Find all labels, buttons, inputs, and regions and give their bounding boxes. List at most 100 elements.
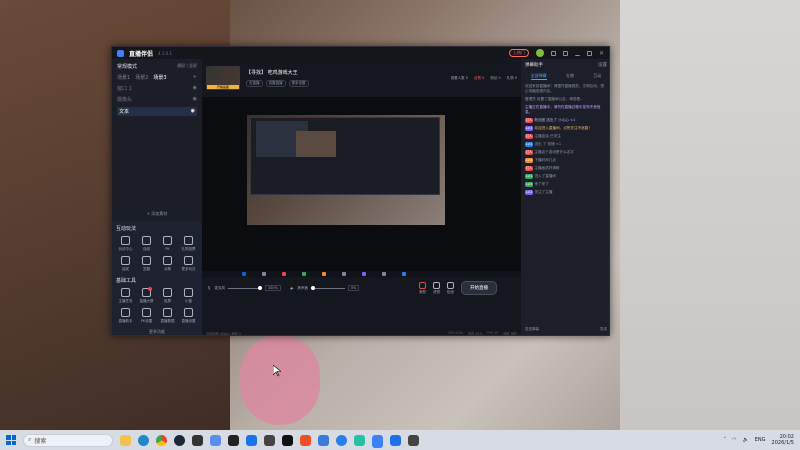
mode-select[interactable]: 常规模式	[117, 63, 137, 70]
eye-icon[interactable]: ◉	[193, 85, 197, 92]
app-icon[interactable]	[318, 434, 329, 446]
streaming-app-window: 直播伴侣 4.1.0.1 上热门 ✕ 常规模式 横屏 | 竖屏 场景1 场景2 …	[111, 46, 610, 336]
speaker-label: 扬声器	[297, 285, 308, 290]
filter-button[interactable]: 滤镜	[433, 281, 440, 295]
tool-item[interactable]: 点歌	[158, 256, 177, 272]
tool-item[interactable]: 直播设置	[179, 308, 198, 324]
file-explorer-icon[interactable]	[120, 434, 131, 446]
message-text: 主播加油 已关注	[534, 134, 561, 138]
avatar[interactable]	[535, 49, 544, 57]
clock[interactable]: 20:02 2026/1/5	[772, 434, 794, 446]
sticker-label: 贴纸	[447, 289, 454, 294]
app-icon[interactable]	[300, 434, 311, 446]
store-icon[interactable]	[210, 434, 221, 446]
status-bar: 当前码率 0kb/s | 丢帧 0 CPU 12% 内存 32% FPS 30 …	[202, 330, 521, 336]
start-stream-button[interactable]: 开始直播	[461, 281, 497, 295]
cover-caption: 开播画面	[207, 85, 239, 89]
memory-status: 内存 32%	[467, 332, 483, 336]
stream-preview[interactable]	[202, 97, 521, 277]
source-item[interactable]: 摄像头 ◉	[117, 96, 197, 103]
chat-input[interactable]: 发送弹幕	[525, 327, 539, 333]
hot-button[interactable]: 上热门	[508, 49, 529, 57]
room-title[interactable]: 【寻找】 吃鸡游戏大王	[246, 69, 309, 76]
wifi-icon[interactable]: ◠	[732, 437, 736, 443]
chevron-up-icon[interactable]: ˄	[724, 437, 727, 443]
terminal-icon[interactable]	[192, 434, 203, 446]
feedback-icon[interactable]	[562, 50, 568, 56]
preview-taskbar-icon	[362, 272, 366, 276]
mic-slider[interactable]	[227, 286, 262, 290]
tab-scene-2[interactable]: 场景2	[135, 74, 148, 81]
source-item[interactable]: 窗口 1 ◉	[117, 85, 197, 92]
tab-interaction[interactable]: 互动	[593, 73, 601, 80]
app-icon[interactable]	[264, 434, 275, 446]
minimize-icon[interactable]	[574, 51, 580, 56]
app-icon[interactable]	[336, 434, 347, 446]
mic-icon[interactable]: 🎙	[207, 286, 211, 290]
app-icon[interactable]	[390, 434, 401, 446]
sticker-button[interactable]: 贴纸	[447, 281, 454, 295]
tool-item[interactable]: 直播助手	[116, 308, 135, 324]
tab-gifts[interactable]: 礼物	[566, 73, 574, 80]
chrome-icon[interactable]	[156, 434, 167, 446]
speaker-slider[interactable]	[310, 286, 345, 290]
stream-cover[interactable]: 开播画面	[206, 66, 240, 90]
tool-item[interactable]: 投屏	[158, 288, 177, 304]
start-icon[interactable]	[6, 435, 16, 445]
tool-item[interactable]: 抽奖	[116, 256, 135, 272]
edge-icon[interactable]	[138, 434, 149, 446]
tool-item[interactable]: 礼物投票	[179, 236, 198, 252]
send-button[interactable]: 发送	[600, 327, 607, 333]
app-icon[interactable]	[246, 434, 257, 446]
add-source-button[interactable]: + 添加素材	[112, 211, 202, 217]
chip-more-settings[interactable]: 更多设置	[288, 80, 309, 87]
tab-scene-3[interactable]: 场景3	[153, 74, 166, 81]
tool-item[interactable]: 直播数据	[158, 308, 177, 324]
tool-item[interactable]: 更多玩法	[179, 256, 198, 272]
add-tab-icon[interactable]: +	[193, 74, 197, 81]
close-icon[interactable]: ✕	[599, 50, 604, 57]
steam-icon[interactable]	[174, 434, 185, 446]
maximize-icon[interactable]	[586, 50, 592, 56]
bell-icon[interactable]	[550, 50, 556, 56]
more-tools-button[interactable]: 更多功能	[116, 329, 198, 335]
tool-label: 点歌	[164, 267, 171, 271]
slider-knob[interactable]	[310, 286, 315, 290]
user-badge: Lv.2	[525, 190, 534, 195]
tool-item[interactable]: 答题	[137, 256, 156, 272]
app-icon[interactable]	[228, 434, 239, 446]
language-indicator[interactable]: ENG	[755, 437, 766, 443]
tool-item[interactable]: PK	[158, 236, 177, 252]
app-icon[interactable]	[354, 434, 365, 446]
beauty-label: 美颜	[419, 289, 426, 294]
tool-item[interactable]: 主播任务	[116, 288, 135, 304]
tool-item[interactable]: 玩法中心	[116, 236, 135, 252]
eye-icon[interactable]: ◉	[191, 108, 195, 115]
mic-label: 麦克风	[214, 285, 225, 290]
app-icon[interactable]	[408, 434, 419, 446]
beauty-button[interactable]: 美颜	[419, 281, 426, 295]
tool-item[interactable]: 直播大屏	[137, 287, 156, 304]
tool-item[interactable]: 小窗	[179, 288, 198, 304]
chip-go-live[interactable]: 去直播	[246, 80, 263, 87]
search-icon: ⌕	[28, 436, 32, 443]
tool-item[interactable]: 连线	[137, 236, 156, 252]
chip-stream-settings[interactable]: 设置直播	[265, 80, 286, 87]
slider-knob[interactable]	[257, 286, 262, 290]
app-icon[interactable]	[282, 434, 293, 446]
chat-settings[interactable]: 设置	[598, 62, 607, 68]
user-badge: 红人	[525, 150, 534, 155]
tab-scene-1[interactable]: 场景1	[117, 74, 130, 81]
app-logo-icon	[117, 49, 124, 57]
volume-icon[interactable]: 🔈	[743, 437, 749, 443]
eye-icon[interactable]: ◉	[193, 96, 197, 103]
tool-item[interactable]: PK设置	[137, 308, 156, 324]
streaming-app-taskbar-icon[interactable]	[372, 434, 383, 446]
speaker-icon[interactable]: 🔈	[290, 286, 294, 290]
tool-icon	[142, 287, 152, 297]
source-item-selected[interactable]: 文本 ◉	[117, 107, 197, 116]
tab-all-chat[interactable]: 全部弹幕	[530, 73, 547, 80]
speaker-value: 0%	[347, 285, 360, 291]
orientation-toggle[interactable]: 横屏 | 竖屏	[177, 63, 197, 70]
taskbar-search[interactable]: ⌕ 搜索	[23, 433, 113, 447]
